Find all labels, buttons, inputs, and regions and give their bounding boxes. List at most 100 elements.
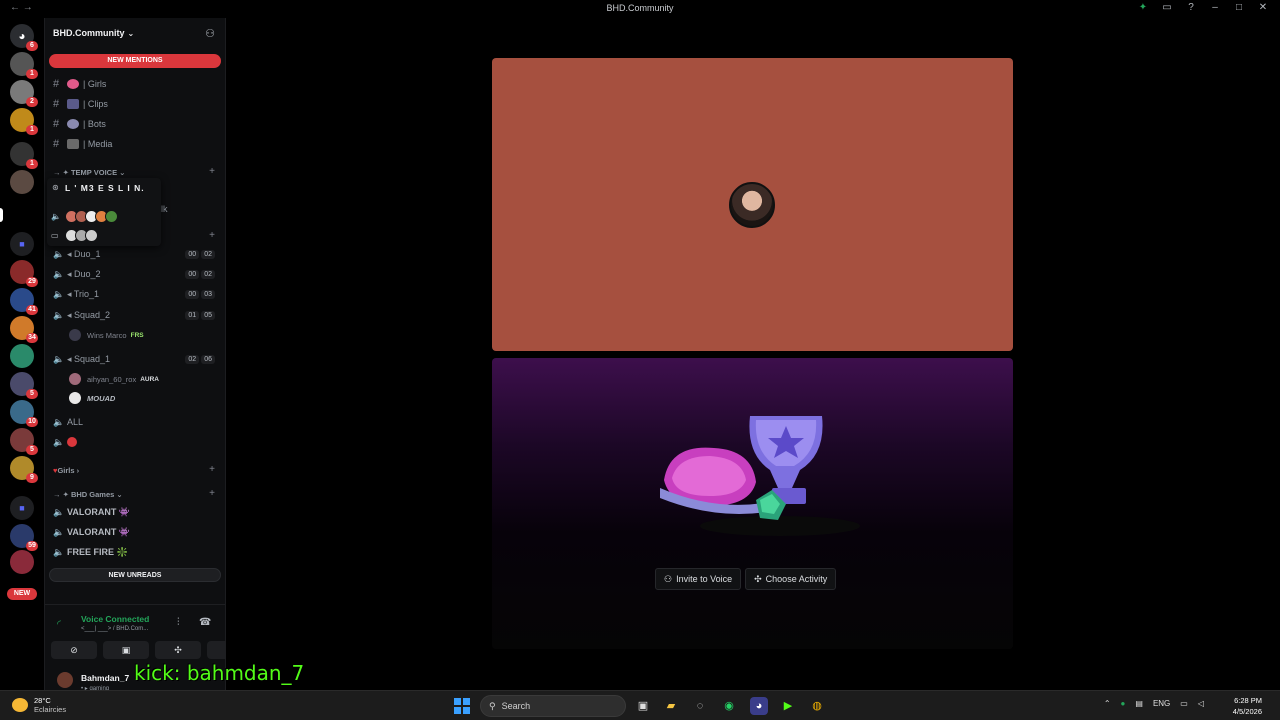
participant-tile[interactable] xyxy=(492,58,1013,351)
chevron-up-icon[interactable]: ⌃ xyxy=(1104,699,1111,708)
invite-people-icon[interactable]: ⚇ xyxy=(205,27,215,40)
voice-channel[interactable]: 🔈 ◂ Trio_1 xyxy=(53,286,99,302)
weather-widget[interactable]: 28°C Eclaircies xyxy=(12,696,66,714)
badge: 6 xyxy=(26,41,38,51)
add-channel-icon[interactable]: + xyxy=(209,488,215,499)
server-icon[interactable]: 2 xyxy=(10,80,38,107)
discord-home-icon[interactable]: ◕ 6 xyxy=(10,24,38,51)
server-icon[interactable]: 5 xyxy=(10,372,38,399)
close-icon[interactable]: ✕ xyxy=(1256,2,1270,13)
server-icon[interactable]: 10 xyxy=(10,400,38,427)
channel-name: Duo_1 xyxy=(74,248,101,259)
user-limit: 02 xyxy=(201,250,215,259)
voice-channel[interactable]: 🔈 ◂ Squad_2 xyxy=(53,307,110,323)
noise-suppression-icon[interactable]: ⫶ xyxy=(177,617,180,628)
server-icon[interactable]: 9 xyxy=(10,456,38,483)
inbox-icon[interactable]: ▭ xyxy=(1160,2,1174,13)
text-channel[interactable]: # | Bots xyxy=(53,116,106,132)
add-channel-icon[interactable]: + xyxy=(209,464,215,475)
volume-icon[interactable]: ◁ xyxy=(1198,699,1204,708)
leaf-icon[interactable]: ✦ xyxy=(1136,2,1150,13)
server-icon[interactable]: 1 xyxy=(10,52,38,79)
app-icon[interactable]: ◌ xyxy=(691,697,709,715)
discord-icon[interactable]: ◕ xyxy=(750,697,768,715)
category-temp-voice[interactable]: → ✦ TEMP VOICE ⌄ xyxy=(53,168,125,177)
voice-member[interactable]: aihyan_60_roxAURA⊘ 🎮 xyxy=(69,372,236,387)
badge: 1 xyxy=(26,159,38,169)
keyboard-icon[interactable]: ▤ xyxy=(1135,699,1143,708)
weather-condition: Eclaircies xyxy=(34,705,67,714)
text-channel[interactable]: # | Clips xyxy=(53,96,108,112)
server-icon[interactable]: 1 xyxy=(10,108,38,135)
voice-channel[interactable]: 🔈 ◂ Squad_1 xyxy=(53,351,110,367)
voice-status[interactable]: Voice Connected xyxy=(81,614,149,624)
channel-name: | Media xyxy=(83,139,113,149)
activities-button[interactable]: ✣ xyxy=(155,641,201,659)
server-icon[interactable]: 29 xyxy=(10,260,38,287)
channel-sidebar: BHD.Community ⌄ ⚇ NEW MENTIONS # | Girls … xyxy=(44,18,253,692)
maximize-icon[interactable]: □ xyxy=(1232,2,1246,13)
voice-channel[interactable]: 🔈 VALORANT 👾 xyxy=(53,524,130,540)
folder-icon[interactable]: ■ xyxy=(10,232,34,256)
badge: 9 xyxy=(26,473,38,483)
clock[interactable]: 6:28 PM 4/5/2026 xyxy=(1233,695,1262,717)
text-channel[interactable]: # | Media xyxy=(53,136,112,152)
share-screen-button[interactable]: ▣ xyxy=(103,641,149,659)
whatsapp-icon[interactable]: ◉ xyxy=(720,697,738,715)
category-girls[interactable]: ♥Girls › xyxy=(53,466,79,475)
chrome-icon[interactable]: ◍ xyxy=(808,697,826,715)
server-icon[interactable]: 1 xyxy=(10,142,38,169)
avatar xyxy=(729,182,775,228)
server-icon[interactable]: 34 xyxy=(10,316,38,343)
voice-member[interactable]: Wins MarcoFRS⊘ xyxy=(69,328,233,342)
popup-channel-name: L ' M3 E S L I N. xyxy=(65,183,145,193)
add-user-icon: ⚇ xyxy=(664,573,673,584)
server-icon[interactable]: 5 xyxy=(10,428,38,455)
voice-channel[interactable]: 🔈 FREE FIRE ❇️ xyxy=(53,544,128,560)
member-tag: AURA xyxy=(140,375,159,383)
minimize-icon[interactable]: – xyxy=(1208,2,1222,13)
text-channel[interactable]: # | Girls xyxy=(53,76,106,92)
add-channel-icon[interactable]: + xyxy=(209,166,215,177)
language-indicator[interactable]: ENG xyxy=(1153,699,1170,708)
new-unreads-button[interactable]: NEW UNREADS xyxy=(49,568,221,582)
camera-off-button[interactable]: ⊘ xyxy=(51,641,97,659)
server-icon[interactable]: 41 xyxy=(10,288,38,315)
kick-app-icon[interactable]: ▶ xyxy=(779,697,797,715)
voice-channel-label: ◂ Squad_2 xyxy=(67,309,111,320)
channel-name: | Clips xyxy=(83,99,108,109)
help-icon[interactable]: ? xyxy=(1184,2,1198,13)
server-icon[interactable] xyxy=(10,550,34,574)
server-icon[interactable] xyxy=(10,344,34,368)
voice-channel[interactable]: 🔈 ◂ Duo_2 xyxy=(53,266,101,282)
microphone-icon[interactable]: ● xyxy=(1121,699,1126,708)
screen-icon: ▭ xyxy=(51,231,59,240)
invite-to-voice-button[interactable]: ⚇ Invite to Voice xyxy=(655,568,742,590)
username: Bahmdan_7 xyxy=(81,673,130,683)
disconnect-icon[interactable]: ☎ xyxy=(199,617,211,628)
voice-member[interactable]: MOUAD⊘ ☻ xyxy=(69,391,234,406)
start-icon[interactable] xyxy=(454,698,470,714)
guild-header[interactable]: BHD.Community ⌄ ⚇ xyxy=(45,18,225,48)
taskbar-search[interactable]: ⚲ Search xyxy=(480,695,626,717)
voice-channel[interactable]: 🔈 xyxy=(53,434,81,450)
task-view-icon[interactable]: ▣ xyxy=(634,697,652,715)
robot-icon xyxy=(67,119,79,129)
new-unreads-pill[interactable]: NEW xyxy=(7,588,37,600)
choose-activity-button[interactable]: ✣ Choose Activity xyxy=(745,568,837,590)
voice-channel[interactable]: 🔈 ◂ Duo_1 xyxy=(53,246,101,262)
server-icon[interactable] xyxy=(10,170,34,194)
add-channel-icon[interactable]: + xyxy=(209,230,215,241)
voice-channel[interactable]: 🔈 VALORANT 👾 xyxy=(53,504,130,520)
speaker-icon: 🔈 xyxy=(53,288,65,299)
hash-icon: # xyxy=(53,98,60,110)
network-icon[interactable]: ▭ xyxy=(1180,699,1188,708)
voice-channel[interactable]: 🔈 ALL xyxy=(53,414,83,430)
server-icon[interactable]: 59 xyxy=(10,524,38,551)
file-explorer-icon[interactable]: ▰ xyxy=(662,697,680,715)
user-limit-counter: 00 03 xyxy=(185,290,215,299)
folder-icon[interactable]: ■ xyxy=(10,496,34,520)
trophy-illustration xyxy=(660,416,860,536)
category-bhd-games[interactable]: → ✦ BHD Games ⌄ xyxy=(53,490,123,499)
new-mentions-button[interactable]: NEW MENTIONS xyxy=(49,54,221,68)
